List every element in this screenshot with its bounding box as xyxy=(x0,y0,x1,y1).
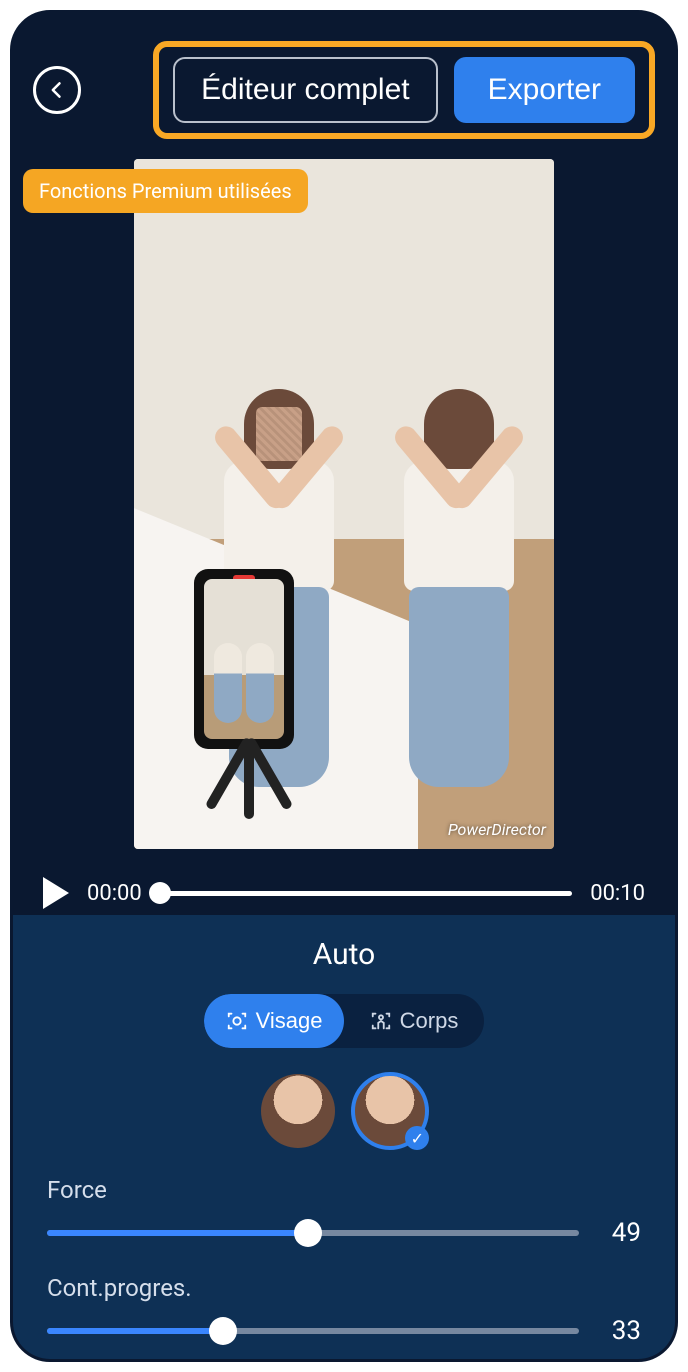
slider-feather-label: Cont.progres. xyxy=(47,1274,641,1302)
segment-body-label: Corps xyxy=(400,1008,459,1034)
slider-feather-thumb[interactable] xyxy=(209,1317,237,1345)
face-selector xyxy=(47,1074,641,1148)
full-editor-button[interactable]: Éditeur complet xyxy=(173,57,437,123)
header-highlight: Éditeur complet Exporter xyxy=(153,41,655,139)
slider-feather-row: Cont.progres. 33 xyxy=(47,1274,641,1346)
playback-bar: 00:00 00:10 xyxy=(13,859,675,915)
person-right xyxy=(394,389,524,809)
segment-face-label: Visage xyxy=(256,1008,323,1034)
total-time: 00:10 xyxy=(590,881,645,906)
face-thumb-1[interactable] xyxy=(261,1074,335,1148)
panel-title: Auto xyxy=(47,937,641,972)
header: Éditeur complet Exporter xyxy=(13,13,675,159)
playback-thumb[interactable] xyxy=(149,882,171,904)
slider-strength-value: 49 xyxy=(601,1218,641,1248)
watermark: PowerDirector xyxy=(448,820,546,839)
slider-feather[interactable] xyxy=(47,1328,579,1334)
controls-panel: Auto Visage Corps Force 49 xyxy=(13,915,675,1362)
face-scan-icon xyxy=(226,1010,248,1032)
chevron-left-icon xyxy=(47,80,67,100)
slider-strength-row: Force 49 xyxy=(47,1176,641,1248)
segment-control: Visage Corps xyxy=(204,994,484,1048)
slider-strength-thumb[interactable] xyxy=(294,1219,322,1247)
face-thumb-2[interactable] xyxy=(353,1074,427,1148)
current-time: 00:00 xyxy=(87,881,142,906)
video-preview: Fonctions Premium utilisées xyxy=(13,159,675,859)
play-button[interactable] xyxy=(43,877,69,909)
slider-strength-label: Force xyxy=(47,1176,641,1204)
export-button[interactable]: Exporter xyxy=(454,57,635,123)
slider-feather-value: 33 xyxy=(601,1316,641,1346)
body-scan-icon xyxy=(370,1010,392,1032)
phone-on-tripod xyxy=(184,569,304,819)
playback-track[interactable] xyxy=(160,891,572,896)
back-button[interactable] xyxy=(33,66,81,114)
premium-badge: Fonctions Premium utilisées xyxy=(23,169,308,213)
app-screen: Éditeur complet Exporter Fonctions Premi… xyxy=(10,10,678,1362)
segment-face[interactable]: Visage xyxy=(204,994,344,1048)
slider-strength[interactable] xyxy=(47,1230,579,1236)
segment-body[interactable]: Corps xyxy=(344,994,484,1048)
video-frame[interactable]: PowerDirector xyxy=(134,159,554,849)
